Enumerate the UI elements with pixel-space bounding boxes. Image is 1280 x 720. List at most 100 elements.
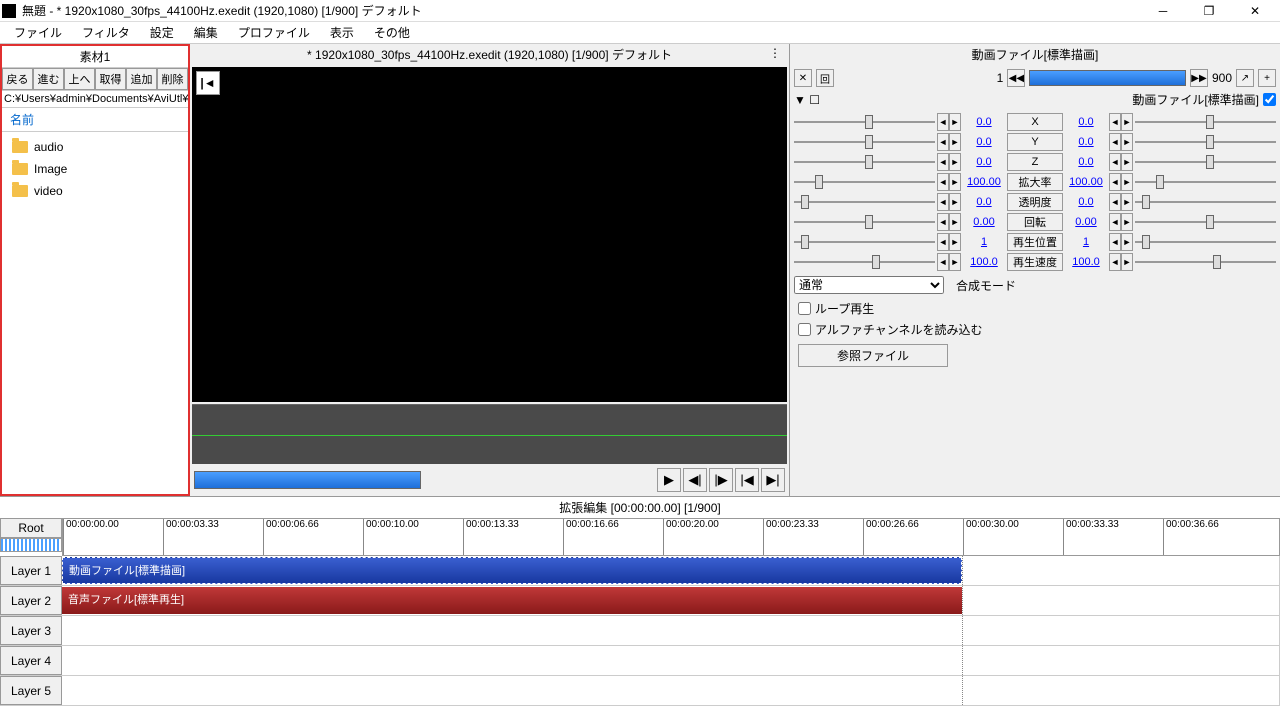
clip-video[interactable]: 動画ファイル[標準描画] [62, 557, 962, 584]
nudge-right-dec[interactable]: ◄ [1109, 233, 1121, 251]
nudge-right-inc[interactable]: ► [1121, 233, 1133, 251]
layer-label[interactable]: Layer 3 [0, 616, 62, 645]
layer-label[interactable]: Layer 2 [0, 586, 62, 615]
nudge-right-dec[interactable]: ◄ [1109, 253, 1121, 271]
folder-video[interactable]: video [6, 180, 184, 202]
nudge-left-dec[interactable]: ◄ [937, 113, 949, 131]
audio-waveform[interactable] [192, 404, 787, 464]
axis-button[interactable]: 拡大率 [1007, 173, 1063, 191]
slider-right[interactable] [1135, 234, 1276, 250]
nudge-left-inc[interactable]: ► [949, 113, 961, 131]
nudge-right-inc[interactable]: ► [1121, 173, 1133, 191]
slider-right[interactable] [1135, 254, 1276, 270]
nudge-right-inc[interactable]: ► [1121, 153, 1133, 171]
axis-button[interactable]: Z [1007, 153, 1063, 171]
slider-left[interactable] [794, 174, 935, 190]
nudge-left-inc[interactable]: ► [949, 213, 961, 231]
slider-right[interactable] [1135, 174, 1276, 190]
zoom-strip[interactable] [0, 538, 62, 552]
go-first-button[interactable]: |◀ [735, 468, 759, 492]
folder-audio[interactable]: audio [6, 136, 184, 158]
value-left[interactable]: 100.0 [963, 256, 1005, 268]
slider-left[interactable] [794, 114, 935, 130]
collapse-icon[interactable]: ▼ ☐ [794, 93, 820, 107]
track[interactable] [62, 676, 1280, 705]
axis-button[interactable]: X [1007, 113, 1063, 131]
slider-right[interactable] [1135, 154, 1276, 170]
nudge-left-inc[interactable]: ► [949, 233, 961, 251]
step-fwd-button[interactable]: |▶ [709, 468, 733, 492]
nudge-left-dec[interactable]: ◄ [937, 193, 949, 211]
slider-right[interactable] [1135, 194, 1276, 210]
prop-btn-1[interactable]: ✕ [794, 69, 812, 87]
layer-label[interactable]: Layer 4 [0, 646, 62, 675]
blend-mode-select[interactable]: 通常 [794, 276, 944, 294]
maximize-button[interactable]: ❐ [1186, 0, 1232, 22]
value-right[interactable]: 0.0 [1065, 116, 1107, 128]
nudge-right-inc[interactable]: ► [1121, 213, 1133, 231]
nudge-right-dec[interactable]: ◄ [1109, 213, 1121, 231]
value-right[interactable]: 0.0 [1065, 156, 1107, 168]
nudge-left-inc[interactable]: ► [949, 253, 961, 271]
menu-settings[interactable]: 設定 [140, 21, 184, 44]
mat-back[interactable]: 戻る [2, 68, 33, 90]
nudge-left-inc[interactable]: ► [949, 173, 961, 191]
loop-checkbox[interactable] [798, 302, 811, 315]
nudge-right-dec[interactable]: ◄ [1109, 153, 1121, 171]
mat-get[interactable]: 取得 [95, 68, 126, 90]
nudge-left-inc[interactable]: ► [949, 133, 961, 151]
slider-right[interactable] [1135, 114, 1276, 130]
material-header[interactable]: 名前 [2, 108, 188, 132]
slider-right[interactable] [1135, 134, 1276, 150]
value-left[interactable]: 100.00 [963, 176, 1005, 188]
nudge-left-dec[interactable]: ◄ [937, 213, 949, 231]
timeline-ruler[interactable]: 00:00:00.0000:00:03.3300:00:06.6600:00:1… [62, 518, 1280, 556]
prop-btn-3[interactable]: ↗ [1236, 69, 1254, 87]
close-button[interactable]: ✕ [1232, 0, 1278, 22]
step-back-button[interactable]: ◀| [683, 468, 707, 492]
slider-left[interactable] [794, 214, 935, 230]
seek-bar[interactable] [194, 471, 421, 489]
slider-left[interactable] [794, 194, 935, 210]
root-button[interactable]: Root [0, 518, 62, 538]
preview-menu-icon[interactable]: ⋮ [769, 46, 781, 60]
slider-left[interactable] [794, 154, 935, 170]
value-left[interactable]: 0.0 [963, 116, 1005, 128]
menu-filter[interactable]: フィルタ [72, 21, 140, 44]
nudge-left-inc[interactable]: ► [949, 153, 961, 171]
mat-delete[interactable]: 削除 [157, 68, 188, 90]
value-right[interactable]: 0.0 [1065, 196, 1107, 208]
menu-file[interactable]: ファイル [4, 21, 72, 44]
nudge-right-dec[interactable]: ◄ [1109, 193, 1121, 211]
value-left[interactable]: 1 [963, 236, 1005, 248]
value-right[interactable]: 100.0 [1065, 256, 1107, 268]
axis-button[interactable]: 再生位置 [1007, 233, 1063, 251]
value-right[interactable]: 0.0 [1065, 136, 1107, 148]
play-button[interactable]: ▶ [657, 468, 681, 492]
nudge-right-inc[interactable]: ► [1121, 253, 1133, 271]
axis-button[interactable]: 透明度 [1007, 193, 1063, 211]
nudge-right-dec[interactable]: ◄ [1109, 113, 1121, 131]
nudge-left-dec[interactable]: ◄ [937, 173, 949, 191]
layer-label[interactable]: Layer 1 [0, 556, 62, 585]
track[interactable]: 動画ファイル[標準描画] [62, 556, 1280, 585]
menu-edit[interactable]: 編集 [184, 21, 228, 44]
value-right[interactable]: 100.00 [1065, 176, 1107, 188]
nudge-right-dec[interactable]: ◄ [1109, 173, 1121, 191]
layer-label[interactable]: Layer 5 [0, 676, 62, 705]
nudge-left-dec[interactable]: ◄ [937, 253, 949, 271]
slider-right[interactable] [1135, 214, 1276, 230]
nudge-right-inc[interactable]: ► [1121, 193, 1133, 211]
track[interactable] [62, 646, 1280, 675]
menu-other[interactable]: その他 [364, 21, 420, 44]
slider-left[interactable] [794, 234, 935, 250]
go-start-button[interactable]: |◄ [196, 71, 220, 95]
value-left[interactable]: 0.0 [963, 156, 1005, 168]
track[interactable] [62, 616, 1280, 645]
nudge-right-inc[interactable]: ► [1121, 113, 1133, 131]
nudge-left-dec[interactable]: ◄ [937, 233, 949, 251]
axis-button[interactable]: 回転 [1007, 213, 1063, 231]
axis-button[interactable]: 再生速度 [1007, 253, 1063, 271]
value-right[interactable]: 1 [1065, 236, 1107, 248]
frame-first-button[interactable]: ◀◀ [1007, 69, 1025, 87]
